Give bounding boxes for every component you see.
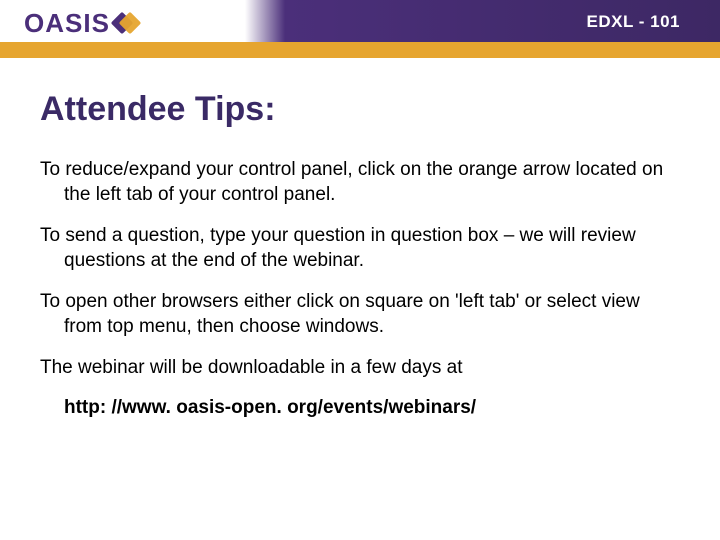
slide-title: Attendee Tips:: [40, 90, 680, 129]
tip-text: To open other browsers either click on s…: [40, 289, 680, 339]
slide: EDXL - 101 OASIS Attendee Tips: To reduc…: [0, 0, 720, 540]
tip-item: To open other browsers either click on s…: [40, 289, 680, 339]
tip-item: To reduce/expand your control panel, cli…: [40, 157, 680, 207]
tip-text: To reduce/expand your control panel, cli…: [40, 157, 680, 207]
slide-body: To reduce/expand your control panel, cli…: [40, 157, 680, 419]
content: Attendee Tips: To reduce/expand your con…: [40, 90, 680, 419]
header-band-gold: [0, 42, 720, 58]
tip-text: The webinar will be downloadable in a fe…: [40, 355, 680, 380]
header-gradient: [245, 0, 285, 46]
tip-item: The webinar will be downloadable in a fe…: [40, 355, 680, 380]
download-url: http: //www. oasis-open. org/events/webi…: [40, 397, 680, 419]
tip-text: To send a question, type your question i…: [40, 223, 680, 273]
tip-item: To send a question, type your question i…: [40, 223, 680, 273]
logo-text: OASIS: [24, 8, 110, 39]
header: EDXL - 101 OASIS: [0, 0, 720, 58]
logo-mark-icon: [114, 11, 140, 37]
header-label: EDXL - 101: [586, 12, 680, 32]
oasis-logo: OASIS: [24, 8, 140, 39]
